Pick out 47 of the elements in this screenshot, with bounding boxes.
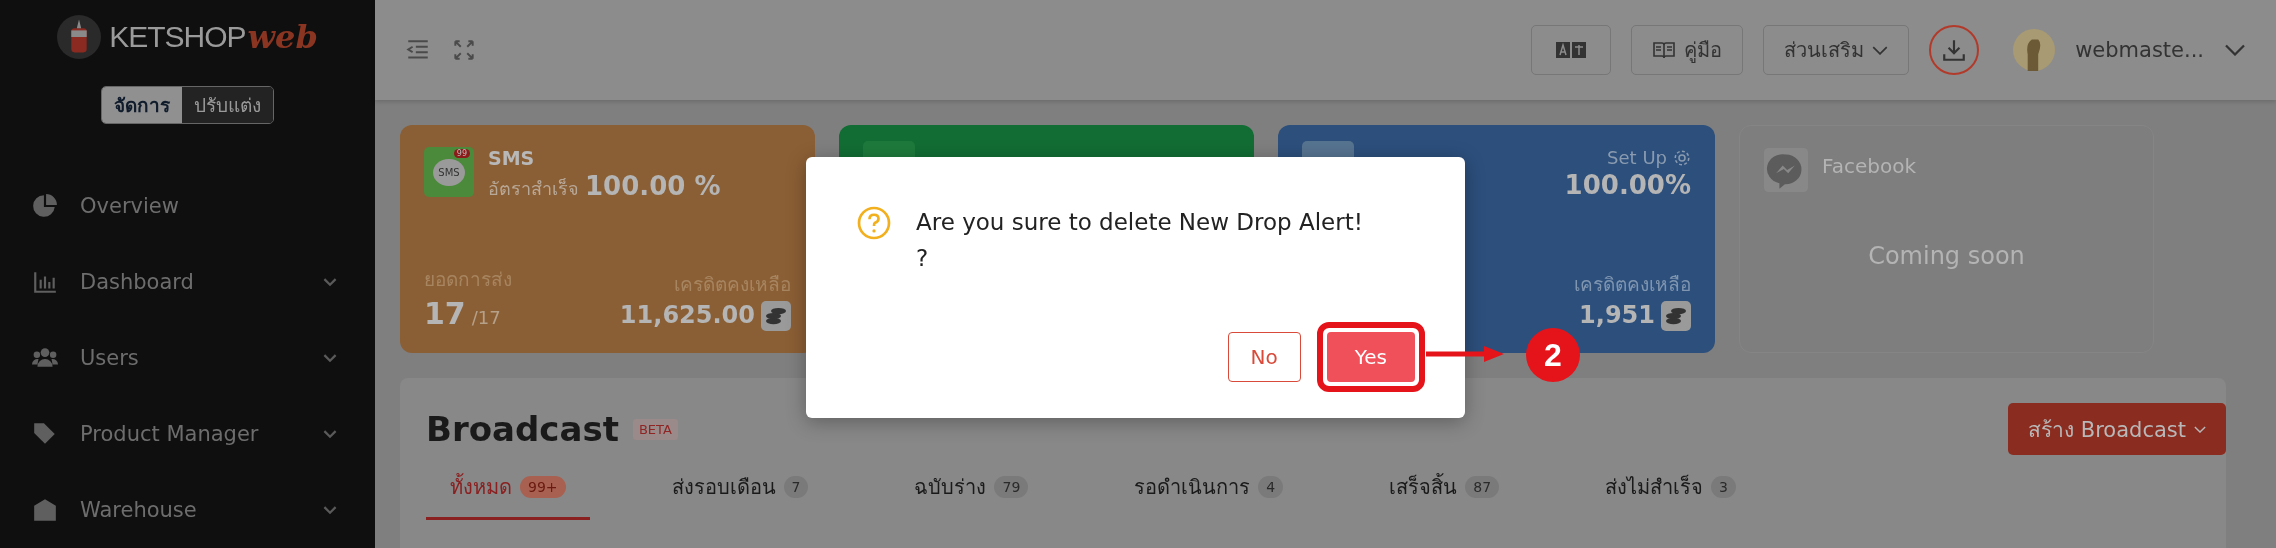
tab-label: ส่งรอบเดือน [671,474,776,501]
count-badge: 87 [1465,476,1500,498]
rate-label: อัตราสำเร็จ [488,177,579,201]
status-tab[interactable]: ทั้งหมด 99+ [426,471,590,520]
manual-button[interactable]: คู่มือ [1631,25,1744,75]
sidebar-item[interactable]: Warehouse [0,472,375,548]
count-badge: 7 [783,476,809,498]
tab-label: ทั้งหมด [450,472,512,501]
tab-label: ส่งไม่สำเร็จ [1605,473,1704,501]
tab-label: รอดำเนินการ [1134,474,1251,501]
user-name[interactable]: webmaste... [2075,38,2204,62]
status-tab[interactable]: รอดำเนินการ 4 [1110,471,1308,520]
count-badge: 4 [1258,476,1284,498]
cancel-button[interactable]: No [1227,332,1301,382]
sidebar-item[interactable]: Dashboard [0,244,375,320]
credit-value: 1,951 [1579,301,1655,329]
brand-name: KETSHOP [109,19,246,54]
rate-value: 100.00% [1564,170,1691,200]
card-title: SMS [488,147,536,169]
beta-badge: BETA [632,418,678,440]
dialog-message: Are you sure to delete New Drop Alert! ? [916,208,1363,273]
rate-value: 100.00 % [585,171,721,201]
sidebar-item[interactable]: Product Manager [0,396,375,472]
confirm-button[interactable]: Yes [1326,332,1415,382]
credit-value: 11,625.00 [619,301,755,329]
brand-script: web [247,17,318,56]
setup-link[interactable]: Set Up [1607,147,1691,168]
mode-toggle-button[interactable]: จัดการ [102,86,182,123]
section-title: Broadcast [426,409,619,449]
sms-icon: SMS 99 [424,147,474,197]
status-tab[interactable]: ส่งไม่สำเร็จ 3 [1581,471,1760,520]
addons-dropdown[interactable]: ส่วนเสริม [1763,25,1910,75]
sent-total: /17 [471,307,501,328]
count-badge: 79 [994,476,1029,498]
count-badge: 3 [1711,476,1736,498]
sidebar-item[interactable]: Users [0,320,375,396]
create-broadcast-button[interactable]: สร้าง Broadcast [2008,403,2226,455]
count-badge: 99+ [520,476,566,498]
sidebar-item[interactable]: Overview [0,168,375,244]
status-tab[interactable]: ส่งรอบเดือน 7 [647,471,833,520]
tab-label: เสร็จสิ้น [1389,472,1458,501]
status-tab[interactable]: ฉบับร่าง 79 [890,471,1053,520]
sent-count: 17 [424,296,466,331]
status-tab[interactable]: เสร็จสิ้น 87 [1365,471,1524,520]
credit-label: เครดิตคงเหลือ [1574,272,1691,297]
tab-label: ฉบับร่าง [914,474,987,501]
mode-toggle-button[interactable]: ปรับแต่ง [182,86,273,123]
